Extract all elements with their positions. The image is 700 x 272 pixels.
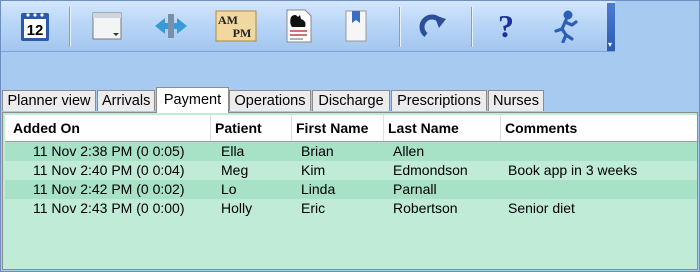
bookmark-icon — [345, 10, 367, 42]
cell-patient: Lo — [221, 181, 237, 197]
help-icon: ? — [498, 9, 514, 43]
swap-button[interactable] — [151, 7, 191, 45]
window-dropdown-icon — [92, 12, 122, 40]
cell-patient: Holly — [221, 200, 253, 216]
payment-list: Added On Patient First Name Last Name Co… — [2, 112, 698, 270]
column-header-first-name[interactable]: First Name — [292, 115, 384, 141]
ampm-button[interactable]: AM PM — [213, 7, 259, 45]
report-icon — [286, 9, 312, 43]
cell-last-name: Edmondson — [393, 162, 468, 178]
tab-payment[interactable]: Payment — [156, 87, 229, 113]
table-row[interactable]: 11 Nov 2:43 PM (0 0:00) Holly Eric Rober… — [5, 199, 697, 218]
cell-comments: Book app in 3 weeks — [508, 162, 638, 178]
tab-nurses[interactable]: Nurses — [488, 90, 544, 111]
redo-icon — [419, 14, 446, 37]
toolbar-separator — [471, 7, 473, 47]
cell-last-name: Parnall — [393, 181, 437, 197]
tab-prescriptions[interactable]: Prescriptions — [391, 90, 487, 111]
tab-arrivals[interactable]: Arrivals — [97, 90, 155, 111]
cell-added-on: 11 Nov 2:40 PM (0 0:04) — [33, 162, 185, 178]
svg-text:AM: AM — [218, 13, 238, 27]
column-header-patient[interactable]: Patient — [211, 115, 292, 141]
cell-added-on: 11 Nov 2:42 PM (0 0:02) — [33, 181, 185, 197]
table-row[interactable]: 11 Nov 2:40 PM (0 0:04) Meg Kim Edmondso… — [5, 161, 697, 180]
tab-discharge[interactable]: Discharge — [312, 90, 390, 111]
toolbar-overflow-icon[interactable]: ▾ — [608, 41, 612, 49]
column-header-comments[interactable]: Comments — [501, 115, 697, 141]
ampm-icon: AM PM — [215, 10, 257, 42]
cell-added-on: 11 Nov 2:38 PM (0 0:05) — [33, 143, 185, 159]
toolbar: 12 AM PM ? ▾ — [1, 1, 615, 52]
table-row[interactable]: 11 Nov 2:42 PM (0 0:02) Lo Linda Parnall — [5, 180, 697, 199]
redo-button[interactable] — [415, 7, 451, 45]
report-button[interactable] — [281, 7, 317, 45]
run-icon — [554, 10, 578, 43]
cell-added-on: 11 Nov 2:43 PM (0 0:00) — [33, 200, 185, 216]
window-menu-button[interactable] — [89, 7, 125, 45]
tab-bar: Planner view Arrivals Payment Operations… — [2, 87, 700, 113]
column-header-last-name[interactable]: Last Name — [384, 115, 501, 141]
exit-button[interactable] — [547, 7, 583, 45]
cell-first-name: Eric — [301, 200, 326, 216]
table-row[interactable]: 11 Nov 2:38 PM (0 0:05) Ella Brian Allen — [5, 142, 697, 161]
bookmark-button[interactable] — [341, 7, 371, 45]
tab-planner-view[interactable]: Planner view — [2, 90, 96, 111]
cell-last-name: Allen — [393, 143, 425, 159]
column-header-added-on[interactable]: Added On — [5, 115, 211, 141]
svg-text:PM: PM — [233, 26, 252, 40]
calendar-icon: 12 — [21, 13, 49, 41]
svg-text:?: ? — [498, 9, 514, 43]
cell-comments: Senior diet — [508, 200, 575, 216]
table-header: Added On Patient First Name Last Name Co… — [5, 115, 697, 142]
tab-operations[interactable]: Operations — [229, 90, 311, 111]
cell-first-name: Brian — [301, 143, 334, 159]
help-button[interactable]: ? — [491, 7, 521, 45]
calendar-button[interactable]: 12 — [15, 7, 55, 45]
swap-arrows-icon — [155, 14, 187, 38]
toolbar-separator — [69, 7, 71, 47]
svg-text:12: 12 — [27, 22, 44, 39]
cell-patient: Meg — [221, 162, 249, 178]
cell-patient: Ella — [221, 143, 245, 159]
cell-last-name: Robertson — [393, 200, 458, 216]
toolbar-separator — [399, 7, 401, 47]
cell-first-name: Linda — [301, 181, 336, 197]
cell-first-name: Kim — [301, 162, 326, 178]
